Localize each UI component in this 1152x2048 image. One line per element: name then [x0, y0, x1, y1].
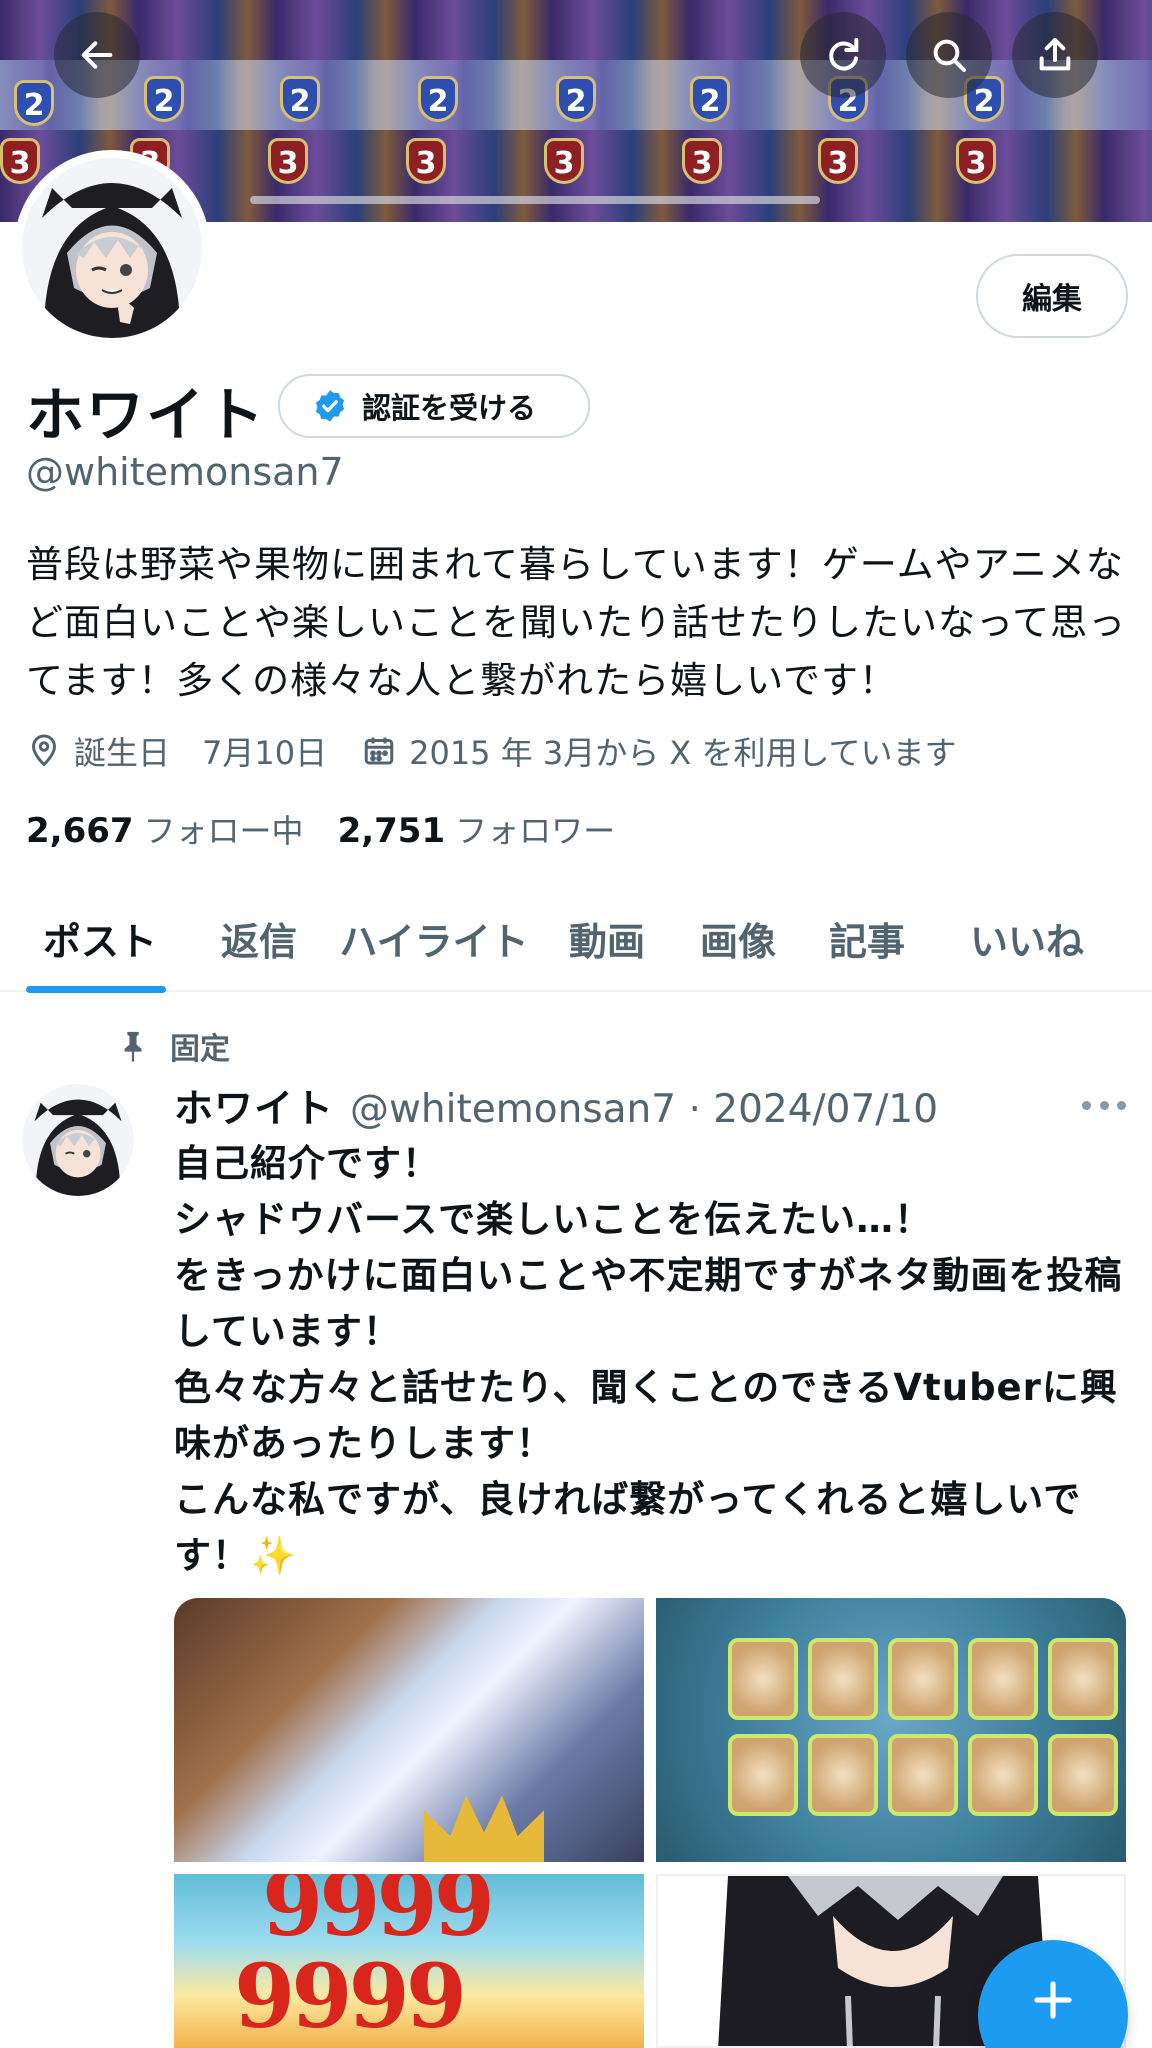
post-header: ホワイト @whitemonsan7 · 2024/07/10: [174, 1078, 938, 1134]
refresh-button[interactable]: [800, 12, 886, 98]
tab-posts-label: ポスト: [42, 919, 157, 964]
search-button[interactable]: [906, 12, 992, 98]
post-author-name[interactable]: ホワイト: [174, 1078, 334, 1134]
profile-tabs: ポスト 返信 ハイライト 動画 画像 記事 いいね: [0, 886, 1152, 993]
tab-videos[interactable]: 動画: [540, 886, 674, 990]
tab-likes[interactable]: いいね: [932, 886, 1122, 990]
tab-photos-label: 画像: [699, 919, 776, 964]
post-more-button[interactable]: [1082, 1090, 1126, 1120]
banner-scroll-indicator: [250, 196, 820, 204]
post-author-handle-date[interactable]: @whitemonsan7 · 2024/07/10: [350, 1087, 938, 1132]
followers-label: フォロワー: [455, 812, 616, 850]
tab-highlights-label: ハイライト: [339, 919, 529, 964]
verified-badge-icon: [315, 390, 345, 422]
following-count: 2,667: [26, 811, 134, 851]
damage-number-text: 9999: [234, 1944, 467, 2048]
followers-count: 2,751: [337, 811, 446, 851]
share-button[interactable]: [1012, 12, 1098, 98]
active-tab-indicator: [26, 986, 166, 993]
more-dot: [1099, 1100, 1109, 1110]
post-author-avatar[interactable]: [22, 1084, 134, 1196]
pin-icon: [124, 1031, 142, 1062]
tab-likes-label: いいね: [969, 919, 1084, 964]
back-button[interactable]: [54, 12, 140, 98]
plus-icon: [1034, 1981, 1072, 2019]
tab-replies-label: 返信: [220, 919, 297, 964]
get-verified-button[interactable]: 認証を受ける: [278, 374, 590, 438]
birthday-text: 誕生日 7月10日: [74, 734, 328, 772]
media-image-1[interactable]: [174, 1598, 644, 1862]
pinned-indicator: 固定: [116, 1024, 230, 1068]
location-pin-icon: [31, 734, 57, 767]
media-image-2[interactable]: [656, 1598, 1126, 1862]
arrow-left-icon: [81, 41, 113, 69]
more-dot: [1082, 1100, 1091, 1110]
get-verified-label: 認証を受ける: [362, 391, 537, 425]
avatar-illustration: [34, 1099, 122, 1196]
post-media-grid: 9999 9999: [174, 1598, 1126, 2048]
avatar-illustration: [42, 183, 182, 338]
profile-display-name: ホワイト: [26, 381, 267, 449]
share-icon: [1039, 38, 1071, 71]
crown-graphic: [424, 1795, 544, 1862]
profile-meta: 誕生日 7月10日 2015 年 3月から X を利用しています: [26, 726, 957, 776]
tab-highlights[interactable]: ハイライト: [328, 886, 540, 990]
calendar-icon: [364, 737, 394, 765]
tab-articles[interactable]: 記事: [802, 886, 932, 990]
joined-date-text: 2015 年 3月から X を利用しています: [409, 734, 957, 772]
media-image-3[interactable]: 9999 9999: [174, 1874, 644, 2048]
pinned-label: 固定: [170, 1032, 230, 1067]
profile-bio: 普段は野菜や果物に囲まれて暮らしています！ゲームやアニメなど面白いことや楽しいこ…: [26, 543, 1127, 702]
edit-profile-button[interactable]: 編集: [976, 254, 1128, 338]
followers-link[interactable]: 2,751 フォロワー: [338, 806, 616, 852]
tab-photos[interactable]: 画像: [674, 886, 802, 990]
search-icon: [933, 39, 966, 72]
profile-avatar[interactable]: [14, 150, 210, 346]
more-dot: [1117, 1100, 1126, 1110]
tab-posts[interactable]: ポスト: [0, 886, 190, 993]
tab-articles-label: 記事: [828, 919, 905, 964]
tab-videos-label: 動画: [568, 919, 645, 964]
tab-replies[interactable]: 返信: [190, 886, 328, 990]
following-label: フォロー中: [143, 812, 304, 850]
follow-stats: 2,667 フォロー中 2,751 フォロワー: [26, 806, 615, 852]
following-link[interactable]: 2,667 フォロー中: [26, 806, 304, 852]
post-text: 自己紹介です！ シャドウバースで楽しいことを伝えたい…！ をきっかけに面白いこと…: [174, 1142, 1123, 1577]
profile-handle: @whitemonsan7: [26, 450, 344, 494]
refresh-icon: [829, 38, 859, 71]
